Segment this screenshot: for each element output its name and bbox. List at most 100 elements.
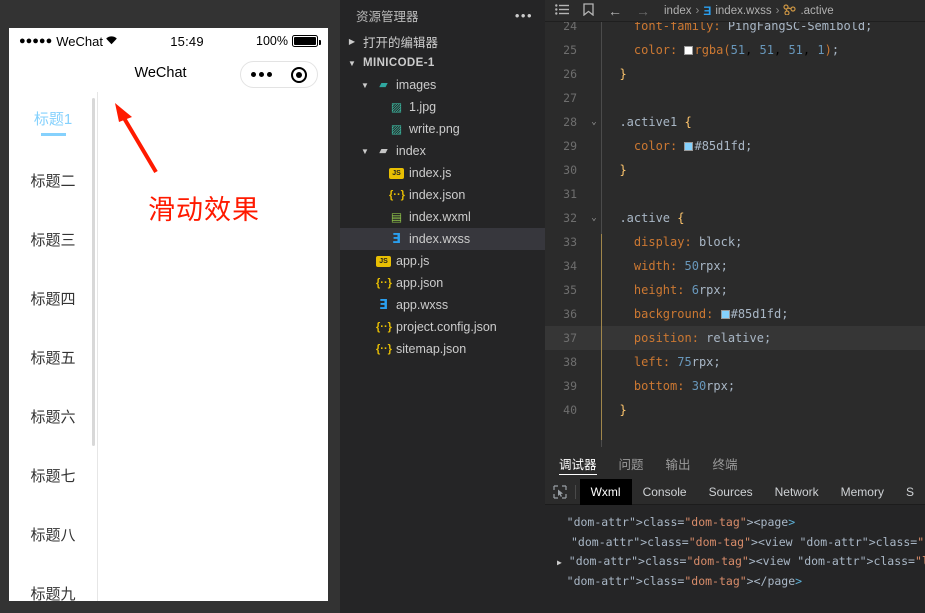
code-line[interactable]: 38 left: 75rpx; <box>545 350 925 374</box>
code-line[interactable]: 40 } <box>545 398 925 422</box>
nav-forward-icon[interactable]: → <box>636 3 650 19</box>
code-line[interactable]: 25 color: rgba(51, 51, 51, 1); <box>545 38 925 62</box>
code-line[interactable]: 31 <box>545 182 925 206</box>
chevron-down-icon[interactable]: ▼ <box>359 147 371 156</box>
code-line[interactable]: 28 ⌄ .active1 { <box>545 110 925 134</box>
nav-back-icon[interactable]: ← <box>608 3 622 19</box>
dom-node-line[interactable]: "dom-attr">class="dom-tag"><view "dom-at… <box>557 533 925 552</box>
json-icon: {··} <box>376 342 392 355</box>
category-item[interactable]: 标题五 <box>9 328 97 387</box>
more-dots-icon[interactable]: ••• <box>515 8 533 23</box>
dom-node-line[interactable]: ▶ "dom-attr">class="dom-tag"><view "dom-… <box>557 552 925 572</box>
tree-item-app-json[interactable]: ▶{··}app.json <box>340 272 545 294</box>
code-line[interactable]: 39 bottom: 30rpx; <box>545 374 925 398</box>
wxml-dom-tree[interactable]: "dom-attr">class="dom-tag"><page> "dom-at… <box>545 505 925 592</box>
debugger-tab[interactable]: 调试器 <box>559 447 597 479</box>
debugger-tab[interactable]: 输出 <box>666 447 691 479</box>
devtool-tab[interactable]: Wxml <box>579 478 632 505</box>
code-line[interactable]: 37 position: relative; <box>545 326 925 350</box>
category-item[interactable]: 标题八 <box>9 505 97 564</box>
code-text: .active1 { <box>619 115 692 129</box>
tree-item-app-js[interactable]: ▶JSapp.js <box>340 250 545 272</box>
tree-item-label: 打开的编辑器 <box>363 35 439 50</box>
wechat-capsule-button[interactable] <box>240 61 318 88</box>
bookmark-icon[interactable] <box>583 3 594 18</box>
dom-node-line[interactable]: "dom-attr">class="dom-tag"><page> <box>557 513 925 533</box>
line-number: 39 <box>563 379 577 393</box>
line-number: 31 <box>563 187 577 201</box>
tree-item-sitemap-json[interactable]: ▶{··}sitemap.json <box>340 338 545 360</box>
devtool-tab[interactable]: S <box>895 479 925 505</box>
xml-icon: ▤ <box>390 210 403 224</box>
code-line[interactable]: 29 color: #85d1fd; <box>545 134 925 158</box>
debugger-tab[interactable]: 问题 <box>619 447 644 479</box>
chevron-down-icon[interactable]: ▼ <box>346 59 358 68</box>
category-item[interactable]: 标题四 <box>9 269 97 328</box>
category-item[interactable]: 标题七 <box>9 446 97 505</box>
code-line[interactable]: 30 } <box>545 158 925 182</box>
line-number: 30 <box>563 163 577 177</box>
devtool-tab[interactable]: Network <box>764 479 830 505</box>
code-line[interactable]: 24 font-family: PingFangSC-Semibold; <box>545 22 925 38</box>
file-tree[interactable]: ▶ 打开的编辑器 ▼MINICODE-1▼▰images▶▨1.jpg▶▨write… <box>340 30 545 360</box>
tree-item-index-wxss[interactable]: ▶Ǝindex.wxss <box>340 228 545 250</box>
code-line[interactable]: 35 height: 6rpx; <box>545 278 925 302</box>
tree-item-1-jpg[interactable]: ▶▨1.jpg <box>340 96 545 118</box>
tree-item-index-js[interactable]: ▶JSindex.js <box>340 162 545 184</box>
line-number: 33 <box>563 235 577 249</box>
category-item[interactable]: 标题九 <box>9 564 97 601</box>
devtool-tabs[interactable]: Wxml Console Sources Network Memory S <box>579 478 925 505</box>
tree-item-index-wxml[interactable]: ▶▤index.wxml <box>340 206 545 228</box>
active-underline <box>40 132 66 136</box>
code-line[interactable]: 32 ⌄ .active { <box>545 206 925 230</box>
fold-chevron-icon[interactable]: ⌄ <box>587 117 601 127</box>
target-circle-icon[interactable] <box>291 66 308 83</box>
category-item[interactable]: 标题二 <box>9 151 97 210</box>
breadcrumb-folder[interactable]: index <box>664 5 692 17</box>
code-text: position: relative; <box>633 331 772 345</box>
more-dots-icon[interactable] <box>250 72 272 77</box>
code-area[interactable]: 24 font-family: PingFangSC-Semibold; 25 c… <box>545 22 925 447</box>
devtool-tab[interactable]: Memory <box>830 479 895 505</box>
category-item[interactable]: 标题1 <box>9 92 97 151</box>
dom-node-line[interactable]: "dom-attr">class="dom-tag"></page> <box>557 572 925 592</box>
category-item[interactable]: 标题三 <box>9 210 97 269</box>
inspect-element-icon[interactable] <box>545 484 575 499</box>
chevron-right-icon[interactable]: ▶ <box>557 558 562 567</box>
code-line[interactable]: 33 display: block; <box>545 230 925 254</box>
code-text: height: 6rpx; <box>633 283 728 297</box>
tree-item-write-png[interactable]: ▶▨write.png <box>340 118 545 140</box>
breadcrumb-file[interactable]: index.wxss <box>715 5 771 17</box>
code-line[interactable]: 27 <box>545 86 925 110</box>
tree-item-project-config-json[interactable]: ▶{··}project.config.json <box>340 316 545 338</box>
tree-item-index[interactable]: ▼ ▰ index <box>340 140 545 162</box>
code-line[interactable]: 36 background: #85d1fd; <box>545 302 925 326</box>
tree-item-------[interactable]: ▶ 打开的编辑器 <box>340 30 545 52</box>
fold-chevron-icon[interactable]: ⌄ <box>587 213 601 223</box>
category-item-label: 标题七 <box>30 468 76 485</box>
tree-item-index-json[interactable]: ▶{··}index.json <box>340 184 545 206</box>
debugger-tab[interactable]: 终端 <box>713 447 738 479</box>
code-text: } <box>619 67 627 81</box>
tree-item-label: index <box>396 144 426 158</box>
breadcrumb-rule-label[interactable]: .active <box>800 5 833 17</box>
tree-item-images[interactable]: ▼ ▰ images <box>340 74 545 96</box>
list-scrollbar[interactable] <box>92 98 95 446</box>
category-scroll-list[interactable]: 标题1 标题二 标题三标题四标题五 标题六标题七标题八 标题九 <box>9 92 97 601</box>
line-number: 37 <box>563 331 577 345</box>
devtool-tab[interactable]: Console <box>632 479 698 505</box>
devtool-tab[interactable]: Sources <box>698 479 764 505</box>
code-line[interactable]: 26 } <box>545 62 925 86</box>
code-line[interactable]: 34 width: 50rpx; <box>545 254 925 278</box>
debugger-tab-bar[interactable]: 调试器 问题 输出 终端 <box>545 447 925 479</box>
list-lines-icon[interactable] <box>555 3 569 18</box>
chevron-right-icon[interactable]: ▶ <box>346 37 358 46</box>
tree-item-minicode-1[interactable]: ▼ MINICODE-1 <box>340 52 545 74</box>
category-item-label: 标题四 <box>30 291 76 308</box>
chevron-down-icon[interactable]: ▼ <box>359 81 371 90</box>
devtools-tab-bar[interactable]: Wxml Console Sources Network Memory S <box>545 478 925 505</box>
tree-item-label: index.json <box>409 188 466 202</box>
wifi-icon <box>105 34 118 48</box>
category-item[interactable]: 标题六 <box>9 387 97 446</box>
tree-item-app-wxss[interactable]: ▶Ǝapp.wxss <box>340 294 545 316</box>
